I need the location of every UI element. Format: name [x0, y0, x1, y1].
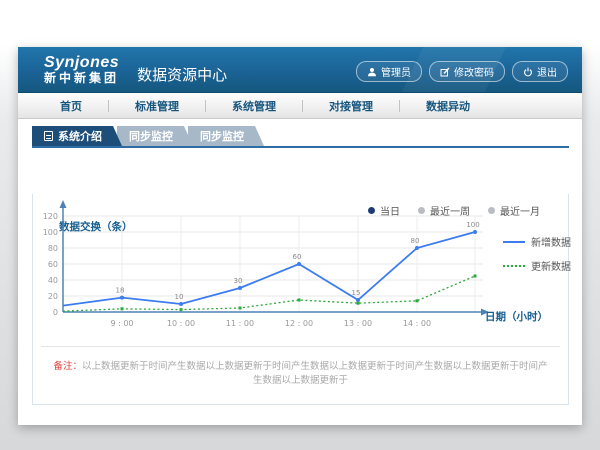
series-legend: 新增数据 更新数据: [503, 234, 571, 282]
user-actions: 管理员 修改密码 退出: [356, 57, 568, 82]
svg-text:10: 10: [175, 293, 184, 301]
svg-text:60: 60: [48, 260, 58, 269]
x-axis-title: 日期（小时）: [485, 309, 548, 324]
tab-label: 系统介绍: [58, 128, 102, 144]
tab-label: 同步监控: [200, 128, 244, 144]
logout-button[interactable]: 退出: [512, 61, 568, 82]
svg-text:80: 80: [48, 244, 58, 253]
tab-sync-monitor-2[interactable]: 同步监控: [188, 126, 264, 146]
nav-item-data-change[interactable]: 数据异动: [400, 98, 496, 114]
tab-bar: 系统介绍 同步监控 同步监控: [32, 126, 582, 146]
svg-text:14 : 00: 14 : 00: [403, 319, 431, 328]
chart-area: 0 20 40 60 80 100 120 9 : 00 10 : 00 11 : 00 12 : …: [33, 194, 568, 346]
svg-text:40: 40: [48, 276, 58, 285]
nav-item-standard-mgmt[interactable]: 标准管理: [109, 98, 205, 114]
change-password-button[interactable]: 修改密码: [429, 61, 505, 82]
note-text: 以上数据更新于时间产生数据以上数据更新于时间产生数据以上数据更新于时间产生数据以…: [82, 361, 548, 386]
desktop-background: Synjones 新中新集团 数据资源中心 管理员 修改密码 退出: [0, 0, 600, 450]
svg-text:13 : 00: 13 : 00: [344, 319, 372, 328]
edit-icon: [440, 67, 450, 77]
tab-sync-monitor-1[interactable]: 同步监控: [117, 126, 193, 146]
svg-text:30: 30: [234, 277, 243, 285]
svg-text:15: 15: [352, 289, 361, 297]
svg-text:100: 100: [43, 228, 58, 237]
note-label: 备注：: [53, 361, 82, 372]
legend-label: 更新数据: [531, 258, 571, 273]
svg-text:0: 0: [53, 308, 58, 317]
svg-text:20: 20: [48, 292, 58, 301]
svg-text:10 : 00: 10 : 00: [167, 319, 195, 328]
content-area: 系统介绍 同步监控 同步监控 当日 最近一: [18, 119, 582, 405]
line-chart: 0 20 40 60 80 100 120 9 : 00 10 : 00 11 : 00 12 : …: [33, 194, 533, 346]
power-icon: [523, 67, 533, 77]
legend-label: 新增数据: [531, 234, 571, 249]
user-icon: [367, 67, 377, 77]
footer-note: 备注：以上数据更新于时间产生数据以上数据更新于时间产生数据以上数据更新于时间产生…: [33, 360, 568, 388]
page-title: 数据资源中心: [137, 54, 227, 85]
svg-text:11 : 00: 11 : 00: [226, 319, 254, 328]
nav-item-interface-mgmt[interactable]: 对接管理: [303, 98, 399, 114]
svg-text:120: 120: [43, 212, 58, 221]
tab-label: 同步监控: [129, 128, 173, 144]
svg-text:12 : 00: 12 : 00: [285, 319, 313, 328]
blue-line-icon: [503, 241, 525, 243]
user-button-label: 管理员: [381, 64, 411, 79]
svg-text:18: 18: [116, 287, 125, 295]
note-divider: [41, 346, 560, 347]
legend-item-updated-data: 更新数据: [503, 258, 571, 273]
chart-panel: 当日 最近一周 最近一月 数据交换（条） 0204060801001209 : …: [32, 194, 569, 405]
green-dotted-line-icon: [503, 265, 525, 267]
change-password-label: 修改密码: [454, 64, 494, 79]
tab-underline: [32, 146, 569, 148]
main-nav: 首页 标准管理 系统管理 对接管理 数据异动: [18, 93, 582, 119]
document-icon: [44, 131, 53, 141]
svg-text:60: 60: [293, 253, 302, 261]
svg-text:9 : 00: 9 : 00: [110, 319, 133, 328]
logout-label: 退出: [537, 64, 557, 79]
svg-text:100: 100: [466, 221, 479, 229]
brand-logo-cn: 新中新集团: [44, 72, 119, 85]
nav-item-home[interactable]: 首页: [34, 98, 108, 114]
svg-text:80: 80: [411, 237, 420, 245]
brand-logo: Synjones 新中新集团: [44, 55, 119, 84]
brand-logo-en: Synjones: [44, 55, 119, 72]
user-button[interactable]: 管理员: [356, 61, 422, 82]
nav-item-system-mgmt[interactable]: 系统管理: [206, 98, 302, 114]
app-header: Synjones 新中新集团 数据资源中心 管理员 修改密码 退出: [18, 47, 582, 93]
legend-item-new-data: 新增数据: [503, 234, 571, 249]
tab-system-intro[interactable]: 系统介绍: [32, 126, 122, 146]
app-window: Synjones 新中新集团 数据资源中心 管理员 修改密码 退出: [18, 47, 582, 425]
